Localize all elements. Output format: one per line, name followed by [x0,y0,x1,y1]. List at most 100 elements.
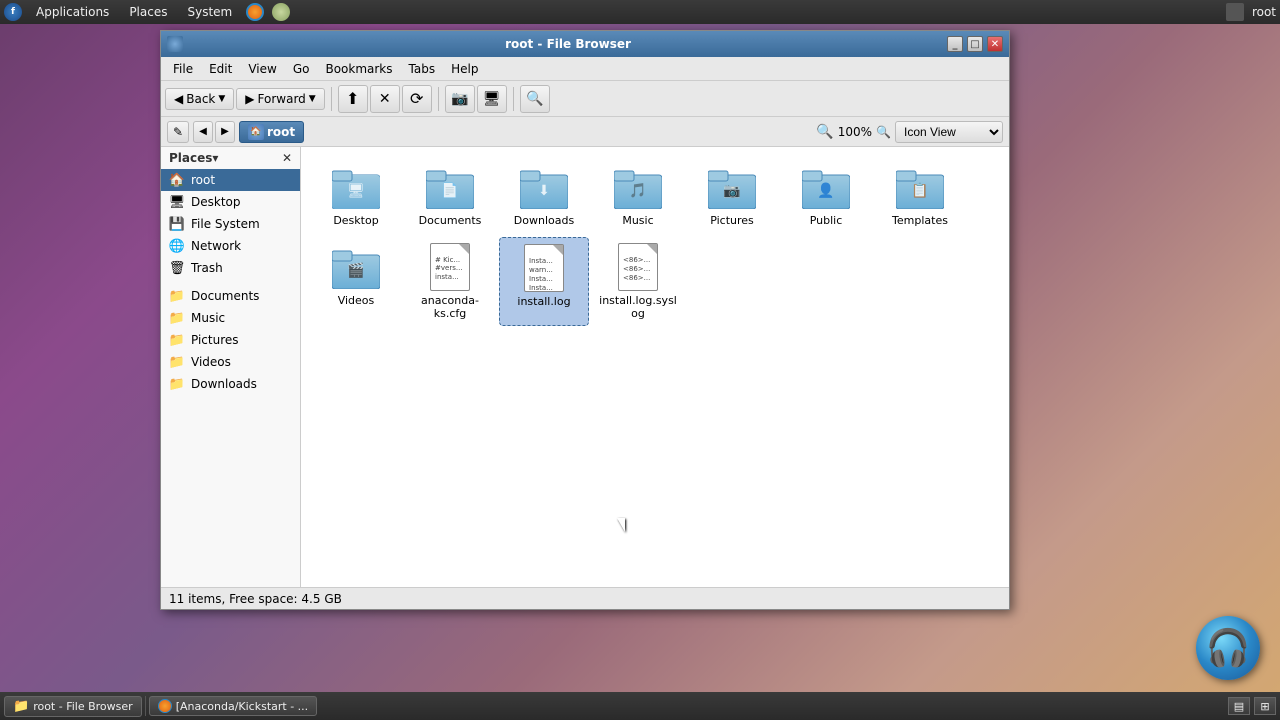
star-icon[interactable] [272,3,290,21]
minimize-button[interactable]: _ [947,36,963,52]
locationbar: ✎ ◀ ▶ 🏠 root 🔍 100% 🔍 Icon View List Vie… [161,117,1009,147]
svg-text:📄: 📄 [441,182,458,199]
documents-folder-icon: 📄 [426,163,474,211]
menu-help[interactable]: Help [443,60,486,78]
file-item-desktop[interactable]: 🖥 Desktop [311,157,401,233]
file-item-documents[interactable]: 📄 Documents [405,157,495,233]
location-path-root[interactable]: 🏠 root [239,121,304,143]
file-item-templates[interactable]: 📋 Templates [875,157,965,233]
videos-sidebar-icon: 📁 [169,354,185,370]
file-item-anaconda[interactable]: # Kic... #vers... insta... anaconda-ks.c… [405,237,495,326]
sidebar-item-root[interactable]: 🏠 root [161,169,300,191]
music-folder-icon: 🎵 [614,163,662,211]
taskbar-top-left: f Applications Places System [4,3,290,21]
sidebar-item-filesystem[interactable]: 💾 File System [161,213,300,235]
zoom-level: 100% [838,125,872,139]
music-folder-label: Music [622,214,653,227]
sidebar-item-music[interactable]: 📁 Music [161,307,300,329]
applications-menu[interactable]: Applications [30,3,115,21]
anaconda-file-icon: # Kic... #vers... insta... [426,243,474,291]
username-label: root [1252,5,1276,19]
zoom-out-button[interactable]: 🔍 [816,124,833,140]
search-button[interactable]: 🔍 [520,85,550,113]
system-menu[interactable]: System [181,3,238,21]
sidebar-item-network[interactable]: 🌐 Network [161,235,300,257]
view-mode-select[interactable]: Icon View List View Compact View [895,121,1003,143]
taskbar-item-anaconda[interactable]: [Anaconda/Kickstart - ... [149,696,317,716]
tray-icon-1[interactable] [1226,3,1244,21]
sidebar-header[interactable]: Places ▾ ✕ [161,147,300,169]
taskbar-separator [145,696,146,716]
window-titlebar: root - File Browser _ □ ✕ [161,31,1009,57]
forward-button[interactable]: ▶ Forward ▼ [236,88,324,110]
file-item-public[interactable]: 👤 Public [781,157,871,233]
up-button[interactable]: ⬆ [338,85,368,113]
camera-button[interactable]: 📷 [445,85,475,113]
forward-dropdown-icon: ▼ [309,94,316,104]
filesystem-sidebar-icon: 💾 [169,216,185,232]
menu-file[interactable]: File [165,60,201,78]
taskbar-top-right: root [1226,3,1276,21]
cursor [617,518,625,532]
file-item-music[interactable]: 🎵 Music [593,157,683,233]
firefox-icon[interactable] [246,3,264,21]
toolbar-separator-3 [513,87,514,111]
menu-bookmarks[interactable]: Bookmarks [317,60,400,78]
svg-text:📋: 📋 [911,182,928,199]
stop-button[interactable]: ✕ [370,85,400,113]
sidebar-item-trash[interactable]: 🗑 Trash [161,257,300,279]
reload-button[interactable]: ⟳ [402,85,432,113]
sidebar-item-videos[interactable]: 📁 Videos [161,351,300,373]
pictures-folder-label: Pictures [710,214,754,227]
location-forward-button[interactable]: ▶ [215,121,235,143]
videos-folder-label: Videos [338,294,375,307]
taskbar-file-browser-icon: 📁 [13,699,29,714]
taskbar-anaconda-label: [Anaconda/Kickstart - ... [176,700,308,713]
zoom-in-button[interactable]: 🔍 [876,125,891,139]
sidebar-item-pictures[interactable]: 📁 Pictures [161,329,300,351]
maximize-button[interactable]: □ [967,36,983,52]
system-tray: 🎧 [1196,616,1260,680]
downloads-folder-label: Downloads [514,214,574,227]
public-folder-icon: 👤 [802,163,850,211]
sidebar-item-documents[interactable]: 📁 Documents [161,285,300,307]
back-button[interactable]: ◀ Back ▼ [165,88,234,110]
window-controls: _ □ ✕ [947,36,1003,52]
taskbar-view-btn-grid[interactable]: ⊞ [1254,697,1276,715]
sidebar-header-arrow: ▾ [212,151,218,165]
sidebar-item-downloads[interactable]: 📁 Downloads [161,373,300,395]
menu-tabs[interactable]: Tabs [401,60,444,78]
taskbar-anaconda-icon [158,699,172,713]
location-back-button[interactable]: ◀ [193,121,213,143]
sidebar-close-button[interactable]: ✕ [282,151,292,165]
taskbar-bottom: 📁 root - File Browser [Anaconda/Kickstar… [0,692,1280,720]
location-toggle-button[interactable]: ✎ [167,121,189,143]
desktop-folder-label: Desktop [333,214,378,227]
menu-go[interactable]: Go [285,60,318,78]
file-item-install-log[interactable]: Insta... warn... Insta... Insta... insta… [499,237,589,326]
file-item-pictures[interactable]: 📷 Pictures [687,157,777,233]
file-area: 🖥 Desktop 📄 Documents [301,147,1009,587]
menu-view[interactable]: View [240,60,284,78]
root-sidebar-icon: 🏠 [169,172,185,188]
file-item-install-log-syslog[interactable]: <86>... <86>... <86>... install.log.sysl… [593,237,683,326]
window-title: root - File Browser [189,37,947,51]
sidebar-item-videos-label: Videos [191,355,231,369]
svg-text:🎬: 🎬 [347,262,364,279]
pictures-sidebar-icon: 📁 [169,332,185,348]
file-item-downloads[interactable]: ⬇ Downloads [499,157,589,233]
install-log-icon: Insta... warn... Insta... Insta... [520,244,568,292]
toolbar-separator-2 [438,87,439,111]
sidebar-item-desktop[interactable]: 🖥 Desktop [161,191,300,213]
places-menu[interactable]: Places [123,3,173,21]
monitor-button[interactable]: 🖥 [477,85,507,113]
taskbar-top: f Applications Places System root [0,0,1280,24]
sidebar-item-filesystem-label: File System [191,217,260,231]
anaconda-file-label: anaconda-ks.cfg [411,294,489,320]
fedora-logo[interactable]: f [4,3,22,21]
close-button[interactable]: ✕ [987,36,1003,52]
menu-edit[interactable]: Edit [201,60,240,78]
file-item-videos[interactable]: 🎬 Videos [311,237,401,326]
taskbar-view-btn-list[interactable]: ▤ [1228,697,1250,715]
taskbar-item-file-browser[interactable]: 📁 root - File Browser [4,696,142,717]
